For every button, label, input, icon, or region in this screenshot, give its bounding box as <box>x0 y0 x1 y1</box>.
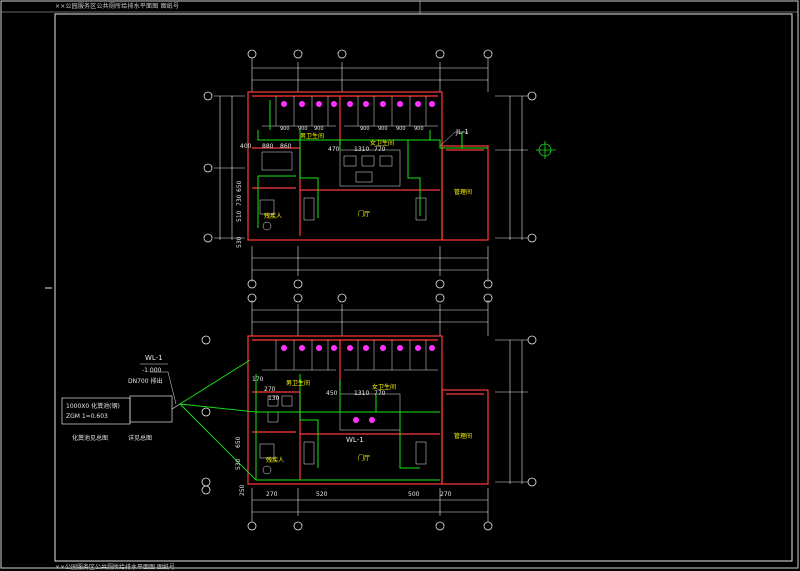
septic-line1: 1000X0 化粪池(钢) <box>66 402 120 410</box>
dimension-label: 880 <box>262 143 274 150</box>
top-plan-pipes <box>257 100 488 228</box>
dimension-label: 520 <box>316 491 328 498</box>
dimension-label: 270 <box>264 386 276 393</box>
bottom-room-manage: 管理间 <box>454 432 472 440</box>
svg-text:900: 900 <box>314 126 324 132</box>
callout-label-left: 化粪池见总图 <box>72 434 108 442</box>
top-pipe-tag: JL-1 <box>455 128 469 136</box>
dimension-label: 770 <box>374 390 386 397</box>
septic-box <box>61 397 131 425</box>
dimension-label: 170 <box>252 376 264 383</box>
top-room-male: 男卫生间 <box>300 132 324 140</box>
dimension-label: 1310 <box>354 146 369 153</box>
top-plan-dims-bottom <box>251 246 489 282</box>
bottom-plan-sinks <box>259 395 427 475</box>
dimension-label: 530 <box>236 236 243 248</box>
bottom-pipe-tag: WL-1 <box>346 436 364 444</box>
dimension-label: 470 <box>328 146 340 153</box>
dimension-label: 250 <box>239 484 246 496</box>
svg-text:900: 900 <box>360 126 370 132</box>
dimension-label: 1310 <box>354 390 369 397</box>
top-plan-dims-right <box>495 95 528 240</box>
plan-bottom: 男卫生间 女卫生间 门厅 管理间 残疾人 WL-1 270 170 130 45… <box>150 293 537 531</box>
top-plan-sinks <box>259 155 427 231</box>
dimension-label: 730 <box>236 194 243 206</box>
top-plan-axis-bubbles <box>203 49 552 289</box>
dimension-label: 860 <box>280 143 292 150</box>
dimension-label: 650 <box>235 436 242 448</box>
svg-text:900: 900 <box>298 126 308 132</box>
dimension-label: 450 <box>326 390 338 397</box>
dimension-label: 270 <box>266 491 278 498</box>
top-room-disabled: 残疾人 <box>264 212 282 220</box>
top-room-manage: 管理间 <box>454 188 472 196</box>
bottom-room-male: 男卫生间 <box>286 379 310 387</box>
top-room-hall: 门厅 <box>358 210 370 218</box>
svg-text:900: 900 <box>396 126 406 132</box>
bottom-room-disabled: 残疾人 <box>266 456 284 464</box>
dimension-label: 400 <box>240 143 252 150</box>
dimension-label: 130 <box>268 395 280 402</box>
top-plan-stalls <box>261 96 438 187</box>
callout-level: -1.000 <box>142 367 162 374</box>
cad-drawing: 男卫生间 女卫生间 门厅 管理间 残疾人 JL-1 400 880 860 47… <box>0 0 799 569</box>
dimension-label: 500 <box>408 491 420 498</box>
septic-callout: 1000X0 化粪池(钢) ZGM 1=0.603 WL-1 -1.000 DN… <box>61 354 181 442</box>
bottom-plan-pipes <box>255 374 440 481</box>
svg-text:900: 900 <box>378 126 388 132</box>
callout-pipes <box>179 359 257 481</box>
svg-text:900: 900 <box>280 126 290 132</box>
plan-top: 男卫生间 女卫生间 门厅 管理间 残疾人 JL-1 400 880 860 47… <box>203 49 556 289</box>
callout-tag: WL-1 <box>145 354 163 362</box>
septic-line2: ZGM 1=0.603 <box>66 413 108 420</box>
dimension-label: 770 <box>374 146 386 153</box>
bottom-plan-dims-bottom <box>251 488 489 522</box>
dimension-label: 530 <box>235 458 242 470</box>
callout-label-right: 详见总图 <box>128 434 152 442</box>
top-plan-dims-top <box>251 58 489 92</box>
dimension-label: 270 <box>440 491 452 498</box>
bottom-plan-dims-top <box>251 300 489 336</box>
bottom-room-hall: 门厅 <box>358 454 370 462</box>
dimension-label: 650 <box>236 180 243 192</box>
dimension-label: 510 <box>236 210 243 222</box>
svg-text:900: 900 <box>414 126 424 132</box>
bottom-plan-dims-right <box>495 339 528 484</box>
outer-border <box>0 0 799 569</box>
callout-note: DN700 排出 <box>128 377 162 385</box>
